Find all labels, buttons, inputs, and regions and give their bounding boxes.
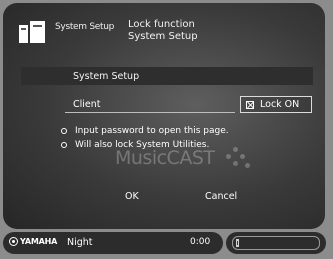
client-label: Client (73, 99, 101, 110)
section-bar (21, 67, 313, 85)
bullet-circle-icon (61, 142, 67, 148)
volume-track (232, 236, 320, 250)
system-setup-logo-icon (19, 21, 45, 43)
section-title: System Setup (73, 71, 140, 82)
status-bar: YAMAHA Night 0:00 (3, 232, 223, 254)
ok-button[interactable]: OK (125, 191, 139, 202)
bullet-circle-icon (61, 128, 67, 134)
musiccast-dots-icon (223, 147, 251, 171)
musiccast-watermark: MusicCAST (115, 147, 215, 169)
brand-name: YAMAHA (20, 237, 58, 246)
header: System Setup Lock function System Setup (3, 3, 325, 55)
header-line-1: Lock function (128, 19, 195, 30)
volume-fill (236, 239, 239, 247)
lock-on-checkbox[interactable]: Lock ON (240, 96, 312, 113)
header-line-2: System Setup (128, 31, 198, 42)
cancel-button[interactable]: Cancel (205, 191, 237, 202)
yamaha-tuning-fork-icon (9, 237, 18, 246)
lock-on-label: Lock ON (260, 99, 300, 110)
note-item: Input password to open this page. (61, 124, 229, 138)
brand-logo: YAMAHA (9, 237, 57, 246)
note-text: Input password to open this page. (75, 126, 229, 136)
header-breadcrumb: Lock function System Setup (128, 19, 198, 43)
client-row-divider (65, 112, 235, 113)
checkbox-checked-icon (246, 100, 254, 109)
volume-indicator (226, 232, 326, 254)
setup-screen: System Setup Lock function System Setup … (3, 3, 325, 229)
header-app-title: System Setup (55, 22, 115, 32)
status-source: Night (67, 237, 93, 248)
status-time: 0:00 (190, 237, 211, 247)
